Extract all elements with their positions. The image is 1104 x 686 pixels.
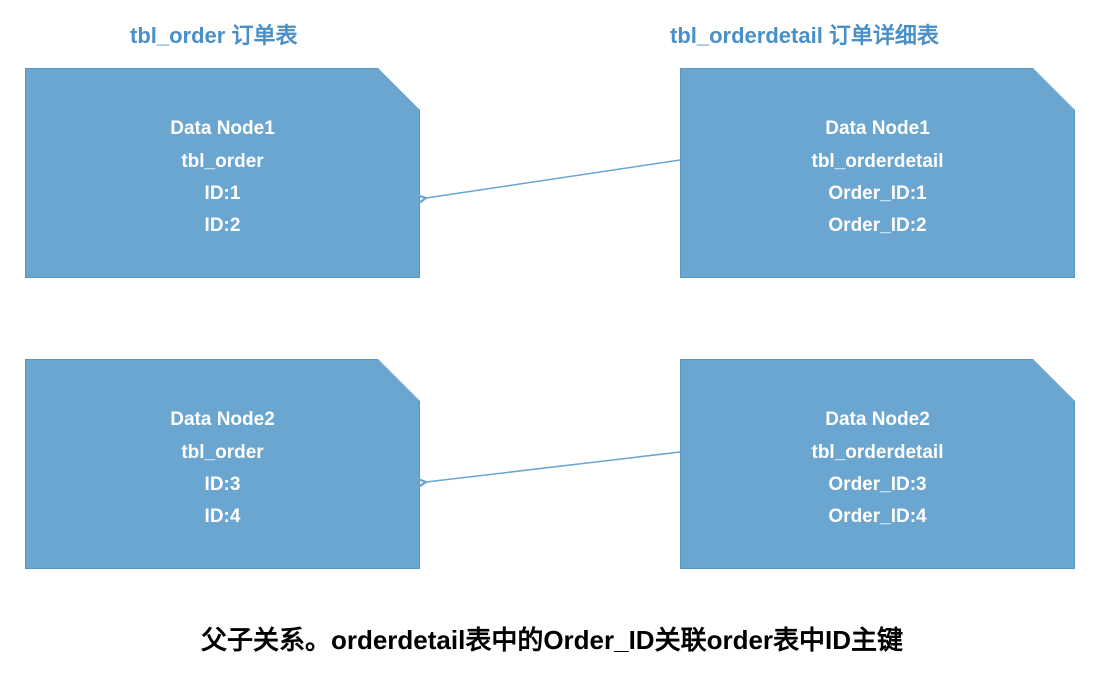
node-table: tbl_orderdetail — [812, 437, 944, 469]
node-title: Data Node2 — [825, 404, 930, 436]
node-title: Data Node1 — [825, 113, 930, 145]
data-node-orderdetail-2: Data Node2 tbl_orderdetail Order_ID:3 Or… — [680, 359, 1075, 569]
node-row: ID:1 — [205, 178, 241, 210]
data-node-order-1: Data Node1 tbl_order ID:1 ID:2 — [25, 68, 420, 278]
node-title: Data Node2 — [170, 404, 275, 436]
relation-arrow-top — [418, 150, 682, 210]
relation-arrow-bottom — [418, 440, 682, 500]
node-row: Order_ID:4 — [828, 501, 926, 533]
node-row: ID:3 — [205, 469, 241, 501]
node-row: ID:4 — [205, 501, 241, 533]
heading-orderdetail-table: tbl_orderdetail 订单详细表 — [670, 18, 939, 50]
node-row: Order_ID:2 — [828, 210, 926, 242]
footer-description: 父子关系。orderdetail表中的Order_ID关联order表中ID主键 — [0, 620, 1104, 657]
node-table: tbl_order — [181, 146, 263, 178]
node-title: Data Node1 — [170, 113, 275, 145]
node-row: Order_ID:1 — [828, 178, 926, 210]
data-node-orderdetail-1: Data Node1 tbl_orderdetail Order_ID:1 Or… — [680, 68, 1075, 278]
node-row: ID:2 — [205, 210, 241, 242]
node-table: tbl_orderdetail — [812, 146, 944, 178]
heading-order-table: tbl_order 订单表 — [130, 18, 297, 50]
data-node-order-2: Data Node2 tbl_order ID:3 ID:4 — [25, 359, 420, 569]
node-row: Order_ID:3 — [828, 469, 926, 501]
node-table: tbl_order — [181, 437, 263, 469]
